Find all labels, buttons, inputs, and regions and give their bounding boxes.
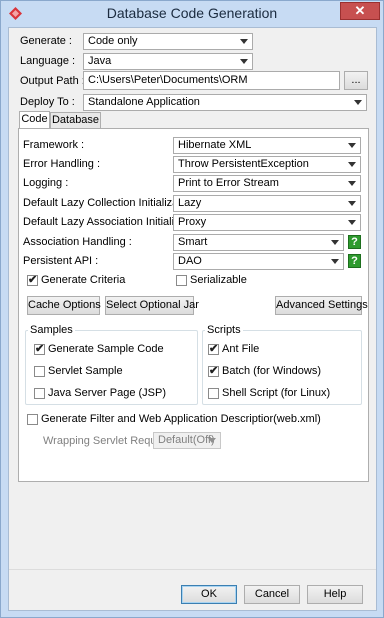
- ant-file-label: Ant File: [222, 343, 260, 355]
- language-select[interactable]: Java: [83, 53, 253, 70]
- samples-group-title: Samples: [28, 324, 75, 336]
- chevron-down-icon: [240, 59, 248, 64]
- chevron-down-icon: [331, 240, 339, 245]
- cache-options-button[interactable]: Cache Options: [27, 296, 101, 315]
- association-handling-value: Smart: [178, 236, 208, 248]
- filter-descriptor-label: Generate Filter and Web Application Desc…: [41, 413, 321, 425]
- scripts-group-title: Scripts: [205, 324, 243, 336]
- filter-descriptor-checkbox[interactable]: [27, 414, 38, 425]
- generate-criteria-label: Generate Criteria: [41, 274, 126, 286]
- scripts-group: Scripts ✔ Ant File ✔ Batch (for Windows)…: [202, 324, 362, 405]
- error-handling-select[interactable]: Throw PersistentException: [173, 156, 361, 173]
- chevron-down-icon: [348, 143, 356, 148]
- association-handling-select[interactable]: Smart: [173, 234, 344, 251]
- code-tab-panel: Framework : Hibernate XML Error Handling…: [18, 128, 369, 482]
- chevron-down-icon: [208, 438, 216, 443]
- close-icon: ✕: [354, 3, 366, 18]
- chevron-down-icon: [354, 100, 362, 105]
- lazy-association-select[interactable]: Proxy: [173, 214, 361, 231]
- batch-windows-checkbox[interactable]: ✔: [208, 365, 219, 377]
- select-optional-jar-button[interactable]: Select Optional Jar: [105, 296, 199, 315]
- shell-script-label: Shell Script (for Linux): [222, 387, 331, 399]
- samples-group: Samples ✔ Generate Sample Code Servlet S…: [25, 324, 198, 405]
- framework-select[interactable]: Hibernate XML: [173, 137, 361, 154]
- chevron-down-icon: [348, 201, 356, 206]
- checkmark-icon: ✔: [28, 274, 38, 286]
- close-button[interactable]: ✕: [340, 2, 380, 20]
- lazy-collection-value: Lazy: [178, 197, 202, 209]
- ant-file-checkbox[interactable]: ✔: [208, 343, 219, 355]
- chevron-down-icon: [348, 181, 356, 186]
- generate-label: Generate :: [20, 35, 72, 47]
- title-bar[interactable]: Database Code Generation ✕: [1, 1, 383, 27]
- serializable-label: Serializable: [190, 274, 247, 286]
- dialog-window: Database Code Generation ✕ Generate : Co…: [0, 0, 384, 618]
- tab-database[interactable]: Database: [50, 112, 101, 128]
- generate-sample-code-label: Generate Sample Code: [48, 343, 164, 355]
- lazy-collection-select[interactable]: Lazy: [173, 195, 361, 212]
- checkmark-icon: ✔: [209, 343, 219, 355]
- association-help-icon[interactable]: ?: [348, 235, 361, 249]
- dialog-content: Generate : Code only Language : Java Out…: [8, 27, 377, 611]
- tab-code[interactable]: Code: [19, 111, 50, 128]
- framework-value: Hibernate XML: [178, 139, 252, 151]
- association-handling-label: Association Handling :: [23, 236, 132, 248]
- error-handling-label: Error Handling :: [23, 158, 101, 170]
- persistent-api-select[interactable]: DAO: [173, 253, 344, 270]
- checkmark-icon: ✔: [209, 365, 219, 377]
- deploy-to-value: Standalone Application: [88, 96, 200, 108]
- generate-value: Code only: [88, 35, 138, 47]
- window-title: Database Code Generation: [106, 5, 278, 21]
- batch-windows-label: Batch (for Windows): [222, 365, 322, 377]
- jsp-sample-checkbox[interactable]: [34, 388, 45, 399]
- lazy-association-value: Proxy: [178, 216, 207, 228]
- cancel-button[interactable]: Cancel: [244, 585, 300, 604]
- logging-select[interactable]: Print to Error Stream: [173, 175, 361, 192]
- error-handling-value: Throw PersistentException: [178, 158, 309, 170]
- jsp-sample-label: Java Server Page (JSP): [48, 387, 166, 399]
- language-label: Language :: [20, 55, 76, 67]
- persistent-api-label: Persistent API :: [23, 255, 99, 267]
- advanced-settings-button[interactable]: Advanced Settings: [275, 296, 368, 315]
- help-button[interactable]: Help: [307, 585, 363, 604]
- servlet-sample-label: Servlet Sample: [48, 365, 123, 377]
- generate-sample-code-checkbox[interactable]: ✔: [34, 343, 45, 355]
- checkmark-icon: ✔: [35, 343, 45, 355]
- language-value: Java: [88, 55, 112, 67]
- generate-select[interactable]: Code only: [83, 33, 253, 50]
- chevron-down-icon: [331, 259, 339, 264]
- ok-button[interactable]: OK: [181, 585, 237, 604]
- output-path-label: Output Path :: [20, 75, 85, 87]
- chevron-down-icon: [348, 162, 356, 167]
- chevron-down-icon: [348, 220, 356, 225]
- logging-value: Print to Error Stream: [178, 177, 279, 189]
- servlet-sample-checkbox[interactable]: [34, 366, 45, 377]
- output-path-input[interactable]: C:\Users\Peter\Documents\ORM: [83, 71, 340, 90]
- deploy-to-label: Deploy To :: [20, 96, 75, 108]
- chevron-down-icon: [240, 39, 248, 44]
- wrapping-servlet-value: Default(Off): [158, 434, 215, 446]
- browse-button[interactable]: ...: [344, 71, 368, 90]
- serializable-checkbox[interactable]: [176, 275, 187, 286]
- deploy-to-select[interactable]: Standalone Application: [83, 94, 367, 111]
- footer-divider: [9, 569, 376, 570]
- persistent-api-help-icon[interactable]: ?: [348, 254, 361, 268]
- shell-script-checkbox[interactable]: [208, 388, 219, 399]
- generate-criteria-checkbox[interactable]: ✔: [27, 274, 38, 286]
- framework-label: Framework :: [23, 139, 85, 151]
- wrapping-servlet-select[interactable]: Default(Off): [153, 432, 221, 449]
- persistent-api-value: DAO: [178, 255, 202, 267]
- logging-label: Logging :: [23, 177, 69, 189]
